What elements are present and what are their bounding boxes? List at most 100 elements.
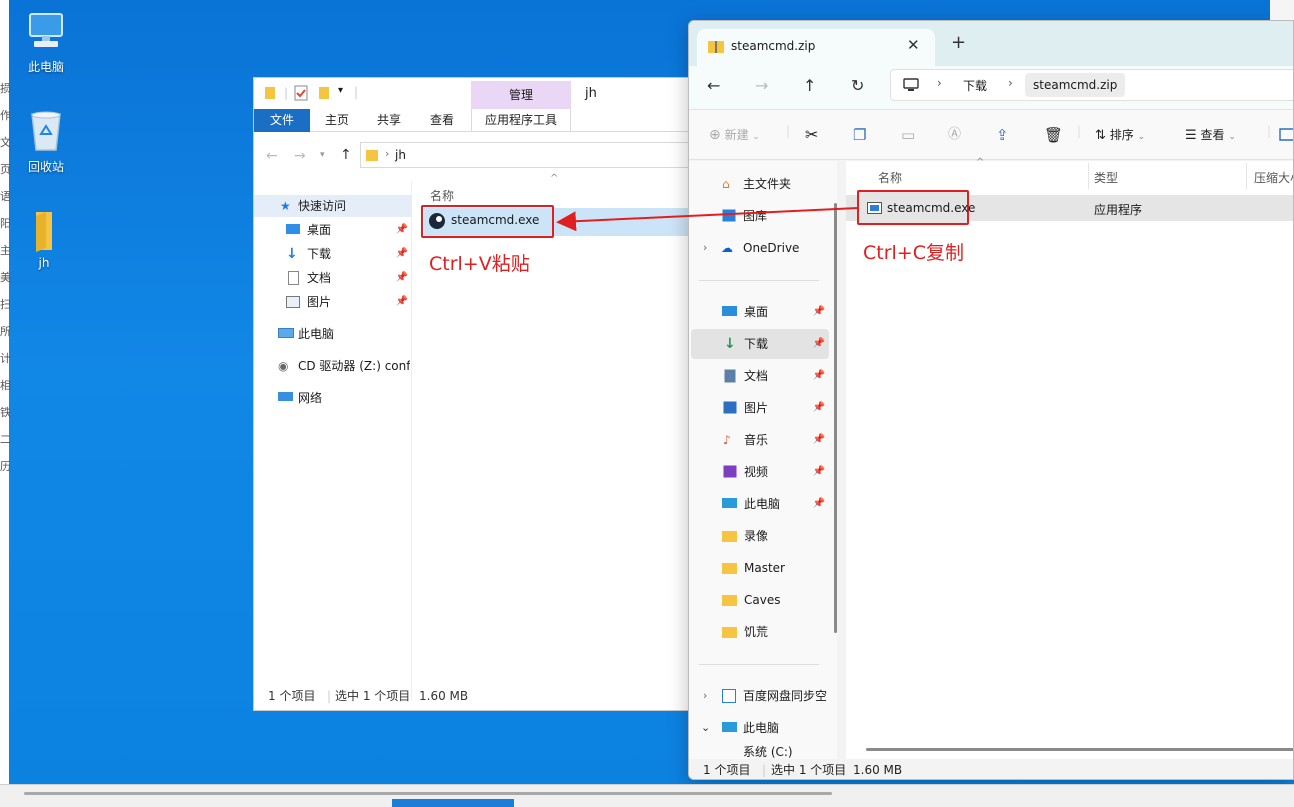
nav-item-pictures[interactable]: 图片 📌 xyxy=(254,291,412,313)
back-icon[interactable]: ← xyxy=(707,76,720,95)
up-icon[interactable]: ↑ xyxy=(340,147,352,163)
star-icon: ★ xyxy=(280,199,291,213)
sidebar-item-downloads[interactable]: ↓ 下载 📌 xyxy=(691,329,829,359)
sidebar-item-onedrive[interactable]: › ☁ OneDrive xyxy=(691,233,829,263)
picture-icon xyxy=(723,401,737,414)
customize-toolbar-icon[interactable]: ▾ xyxy=(338,85,343,96)
pin-icon: 📌 xyxy=(812,370,825,381)
sidebar-label: 音乐 xyxy=(744,433,769,447)
forward-icon[interactable]: → xyxy=(294,148,306,164)
sidebar-item-baidu-sync[interactable]: › 百度网盘同步空 xyxy=(691,681,829,711)
forward-icon[interactable]: → xyxy=(755,76,768,95)
back-icon[interactable]: ← xyxy=(266,148,278,164)
new-tab-icon[interactable]: + xyxy=(951,32,966,53)
edge-char: 二 xyxy=(0,433,11,446)
new-button[interactable]: ⊕ 新建 ⌄ xyxy=(709,110,760,160)
sidebar-item-desktop[interactable]: 桌面 📌 xyxy=(691,297,829,327)
address-bar[interactable]: › jh xyxy=(360,142,694,168)
copy-icon[interactable]: ❐ xyxy=(853,110,866,160)
chevron-right-icon[interactable]: › xyxy=(703,233,707,263)
sidebar-label: OneDrive xyxy=(743,241,800,255)
nav-label: 桌面 xyxy=(307,223,332,237)
nav-network[interactable]: 网络 xyxy=(254,387,412,409)
file-list: ^ 名称 steamcmd.exe Ctrl+V粘贴 xyxy=(414,173,694,681)
item-count: 1 个项目 xyxy=(703,763,751,777)
document-icon xyxy=(724,369,736,383)
desktop-icon-recycle-bin[interactable]: 回收站 xyxy=(8,108,84,175)
desktop-icon-label: jh xyxy=(38,256,50,270)
document-icon xyxy=(288,271,299,285)
sidebar-item-this-pc[interactable]: ⌄ 此电脑 xyxy=(691,713,829,743)
plus-circle-icon: ⊕ xyxy=(709,127,721,143)
sidebar-item-gallery[interactable]: 图库 xyxy=(691,201,829,231)
sidebar-label: Caves xyxy=(744,593,781,607)
desktop-icon-this-pc[interactable]: 此电脑 xyxy=(8,10,84,75)
pin-icon: 📌 xyxy=(395,272,408,283)
delete-icon[interactable]: 🗑 xyxy=(1044,110,1063,160)
tab-home[interactable]: 主页 xyxy=(312,109,362,132)
folder-icon xyxy=(265,87,275,99)
gallery-icon xyxy=(722,209,736,222)
desktop-icon-label: 回收站 xyxy=(27,160,64,174)
sidebar-item-this-pc-pinned[interactable]: 此电脑 📌 xyxy=(691,489,829,519)
sort-button[interactable]: ⇅ 排序 ⌄ xyxy=(1095,110,1145,160)
sidebar-item-recordings[interactable]: 录像 xyxy=(691,521,829,551)
desktop-icon-jh-folder[interactable]: jh xyxy=(6,208,82,270)
sort-label: 排序 xyxy=(1109,128,1134,142)
close-tab-icon[interactable]: ✕ xyxy=(907,36,920,54)
properties-icon[interactable] xyxy=(294,85,308,101)
nav-item-downloads[interactable]: ↓ 下载 📌 xyxy=(254,243,412,265)
sidebar-item-master[interactable]: Master xyxy=(691,553,829,583)
tab-steamcmd-zip[interactable]: steamcmd.zip ✕ xyxy=(697,29,935,66)
chevron-down-icon[interactable]: ⌄ xyxy=(701,713,710,743)
recent-locations-icon[interactable]: ▾ xyxy=(320,150,325,160)
sidebar-item-videos[interactable]: 视频 📌 xyxy=(691,457,829,487)
nav-quick-access[interactable]: ★ 快速访问 xyxy=(254,195,412,217)
address-bar[interactable]: › 下载 › steamcmd.zip xyxy=(890,69,1293,101)
nav-label: 下载 xyxy=(307,247,332,261)
breadcrumb-steamcmd-zip[interactable]: steamcmd.zip xyxy=(1025,73,1126,97)
cut-icon[interactable]: ✂ xyxy=(805,110,818,160)
view-button[interactable]: ☰ 查看 ⌄ xyxy=(1185,110,1236,160)
column-header-type[interactable]: 类型 xyxy=(1094,169,1118,186)
chevron-down-icon: ⌄ xyxy=(752,132,760,142)
new-folder-icon[interactable] xyxy=(318,86,330,100)
pin-icon: 📌 xyxy=(812,498,825,509)
refresh-icon[interactable]: ↻ xyxy=(851,76,864,95)
sidebar-item-caves[interactable]: Caves xyxy=(691,585,829,615)
nav-cd-drive[interactable]: ◉ CD 驱动器 (Z:) confi xyxy=(254,355,412,377)
tab-share[interactable]: 共享 xyxy=(364,109,414,132)
tab-file[interactable]: 文件 xyxy=(254,109,310,132)
paste-annotation: Ctrl+V粘贴 xyxy=(429,253,530,275)
nav-item-documents[interactable]: 文档 📌 xyxy=(254,267,412,289)
rename-icon[interactable]: Ⓐ xyxy=(948,110,961,160)
horizontal-scrollbar[interactable] xyxy=(24,792,832,795)
selected-file-highlight[interactable]: steamcmd.exe xyxy=(857,190,975,225)
sidebar-item-pictures[interactable]: 图片 📌 xyxy=(691,393,829,423)
edge-char: 相 xyxy=(0,379,11,392)
chevron-down-icon: ⌄ xyxy=(1228,132,1236,142)
up-icon[interactable]: ↑ xyxy=(803,76,816,95)
column-header-compressed-size[interactable]: 压缩大小 xyxy=(1254,169,1293,186)
sidebar-scrollbar[interactable] xyxy=(834,203,837,633)
sidebar-item-home[interactable]: ⌂ 主文件夹 xyxy=(691,169,829,199)
tab-view[interactable]: 查看 xyxy=(416,109,468,132)
sidebar-item-famine[interactable]: 饥荒 xyxy=(691,617,829,647)
sidebar-item-system-c[interactable]: 系统 (C:) xyxy=(691,745,829,759)
extract-all-icon[interactable] xyxy=(1279,127,1294,141)
selected-file-highlight[interactable]: steamcmd.exe xyxy=(421,205,554,238)
breadcrumb-downloads[interactable]: 下载 xyxy=(963,77,987,94)
chevron-right-icon[interactable]: › xyxy=(703,681,707,711)
nav-item-desktop[interactable]: 桌面 📌 xyxy=(254,219,412,241)
sidebar-item-music[interactable]: ♪ 音乐 📌 xyxy=(691,425,829,455)
nav-this-pc[interactable]: 此电脑 xyxy=(254,323,412,345)
column-header-name[interactable]: 名称 xyxy=(878,169,902,186)
column-header-name[interactable]: 名称 xyxy=(430,187,454,204)
share-icon[interactable]: ⇪ xyxy=(996,110,1009,160)
tab-application-tools[interactable]: 应用程序工具 xyxy=(471,109,571,132)
edge-char: 铁 xyxy=(0,406,11,419)
sidebar-item-documents[interactable]: 文档 📌 xyxy=(691,361,829,391)
horizontal-scrollbar[interactable] xyxy=(866,748,1293,751)
network-icon xyxy=(278,392,293,401)
paste-icon[interactable]: ▭ xyxy=(901,110,915,160)
